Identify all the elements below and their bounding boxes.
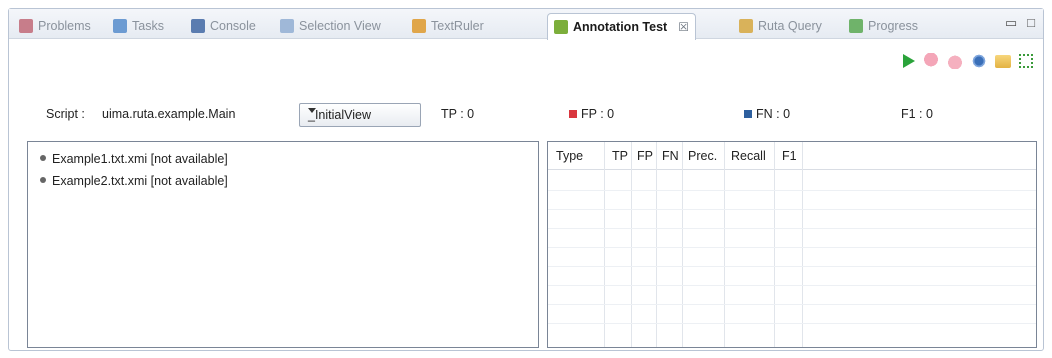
window-controls: ▭ □ xyxy=(1005,15,1035,31)
chevron-down-icon xyxy=(308,108,316,113)
file-name: Example1.txt.xmi [not available] xyxy=(52,152,228,166)
problems-icon xyxy=(19,19,33,33)
column-divider xyxy=(604,142,605,347)
expand-icon[interactable] xyxy=(1019,54,1033,68)
tab-ruta-query[interactable]: Ruta Query xyxy=(733,13,828,39)
column-header-prec[interactable]: Prec. xyxy=(688,149,717,163)
column-header-fp[interactable]: FP xyxy=(637,149,653,163)
tab-label: Problems xyxy=(38,19,91,33)
column-divider xyxy=(656,142,657,347)
view-toolbar xyxy=(903,53,1033,69)
row-divider xyxy=(548,323,1036,324)
column-divider xyxy=(802,142,803,347)
f1-score: F1 : 0 xyxy=(901,107,933,121)
annotation-test-panel: Problems Tasks Console Selection View Te… xyxy=(8,8,1044,351)
row-divider xyxy=(548,228,1036,229)
fp-count: FP : 0 xyxy=(581,107,615,121)
row-divider xyxy=(548,285,1036,286)
view-tab-bar: Problems Tasks Console Selection View Te… xyxy=(9,9,1043,40)
tab-label: Selection View xyxy=(299,19,381,33)
pencil-icon xyxy=(412,19,426,33)
row-divider xyxy=(548,209,1036,210)
tab-annotation-test[interactable]: Annotation Test ☒ xyxy=(547,13,696,40)
test-summary-bar: Script : uima.ruta.example.Main _Initial… xyxy=(9,103,1043,127)
thumbs-up-icon[interactable] xyxy=(947,53,963,69)
column-header-recall[interactable]: Recall xyxy=(731,149,766,163)
bullet-icon xyxy=(40,177,46,183)
column-divider xyxy=(724,142,725,347)
tab-label: Annotation Test xyxy=(573,20,668,34)
fp-count-wrap: FP : 0 xyxy=(569,107,614,121)
annotation-test-icon xyxy=(554,20,568,34)
fp-marker-icon xyxy=(569,110,577,118)
tab-textruler[interactable]: TextRuler xyxy=(406,13,490,39)
column-header-fn[interactable]: FN xyxy=(662,149,679,163)
thumbs-down-icon[interactable] xyxy=(923,53,939,69)
fn-count: FN : 0 xyxy=(756,107,791,121)
ruta-query-icon xyxy=(739,19,753,33)
tab-label: Console xyxy=(210,19,256,33)
tasks-icon xyxy=(113,19,127,33)
column-divider xyxy=(682,142,683,347)
list-item[interactable]: Example1.txt.xmi [not available] xyxy=(40,152,228,166)
row-divider xyxy=(548,247,1036,248)
row-divider xyxy=(548,266,1036,267)
tab-label: Tasks xyxy=(132,19,164,33)
tp-count: TP : 0 xyxy=(441,107,475,121)
console-icon xyxy=(191,19,205,33)
column-divider xyxy=(774,142,775,347)
view-select[interactable]: _InitialView xyxy=(299,103,421,127)
close-icon[interactable]: ☒ xyxy=(678,15,689,39)
row-divider xyxy=(548,304,1036,305)
row-divider xyxy=(548,190,1036,191)
tab-label: Ruta Query xyxy=(758,19,822,33)
column-header-f1[interactable]: F1 xyxy=(782,149,797,163)
column-header-type[interactable]: Type xyxy=(556,149,583,163)
selection-view-icon xyxy=(280,19,294,33)
file-name: Example2.txt.xmi [not available] xyxy=(52,174,228,188)
tab-tasks[interactable]: Tasks xyxy=(107,13,170,39)
bullet-icon xyxy=(40,155,46,161)
tab-console[interactable]: Console xyxy=(185,13,262,39)
test-files-list[interactable]: Example1.txt.xmi [not available] Example… xyxy=(27,141,539,348)
column-header-tp[interactable]: TP xyxy=(612,149,628,163)
list-item[interactable]: Example2.txt.xmi [not available] xyxy=(40,174,228,188)
script-label: Script : xyxy=(46,107,85,121)
tab-problems[interactable]: Problems xyxy=(13,13,97,39)
tab-progress[interactable]: Progress xyxy=(843,13,924,39)
tab-label: TextRuler xyxy=(431,19,484,33)
fn-marker-icon xyxy=(744,110,752,118)
gear-icon[interactable] xyxy=(971,53,987,69)
column-divider xyxy=(631,142,632,347)
maximize-icon[interactable]: □ xyxy=(1027,15,1035,31)
folder-icon[interactable] xyxy=(995,54,1011,68)
script-value: uima.ruta.example.Main xyxy=(102,107,236,121)
view-select-value: _InitialView xyxy=(308,108,372,122)
results-table[interactable]: Type TP FP FN Prec. Recall F1 xyxy=(547,141,1037,348)
tab-selection-view[interactable]: Selection View xyxy=(274,13,387,39)
run-icon[interactable] xyxy=(903,54,915,68)
tab-label: Progress xyxy=(868,19,919,33)
minimize-icon[interactable]: ▭ xyxy=(1005,15,1017,31)
progress-icon xyxy=(849,19,863,33)
table-header: Type TP FP FN Prec. Recall F1 xyxy=(548,142,1036,170)
fn-count-wrap: FN : 0 xyxy=(744,107,790,121)
